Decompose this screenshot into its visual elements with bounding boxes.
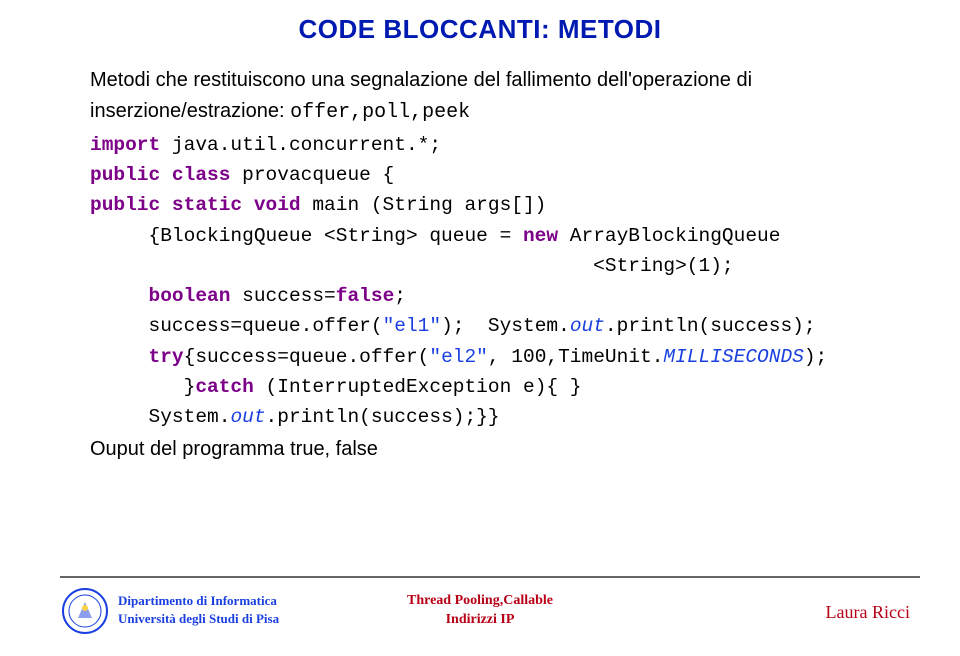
kw-publicstaticvoid: public static void bbox=[90, 194, 301, 216]
kw-catch: catch bbox=[195, 376, 254, 398]
str-el2: "el2" bbox=[429, 346, 488, 368]
code-l7e: .println(success); bbox=[605, 315, 816, 337]
kw-boolean: boolean bbox=[90, 285, 230, 307]
content: Metodi che restituiscono una segnalazion… bbox=[0, 45, 960, 465]
kw-new: new bbox=[523, 225, 558, 247]
center-line2: Indirizzi IP bbox=[446, 612, 515, 627]
code-l3b: main (String args[]) bbox=[301, 194, 547, 216]
intro-line1: Metodi che restituiscono una segnalazion… bbox=[90, 69, 752, 91]
code-l8f: ); bbox=[804, 346, 827, 368]
code-l10c: .println(success);}} bbox=[266, 406, 500, 428]
intro-text: Metodi che restituiscono una segnalazion… bbox=[90, 65, 870, 128]
university-seal-icon bbox=[62, 588, 108, 634]
code-l5: <String>(1); bbox=[90, 255, 734, 277]
code-l4a: {BlockingQueue <String> queue = bbox=[90, 225, 523, 247]
code-l7a: success=queue.offer( bbox=[90, 315, 383, 337]
code-l9c: (InterruptedException e){ } bbox=[254, 376, 582, 398]
affil-line1: Dipartimento di Informatica bbox=[118, 593, 277, 608]
code-l8b: {success=queue.offer( bbox=[184, 346, 430, 368]
kw-import: import bbox=[90, 134, 160, 156]
footer-center: Thread Pooling,Callable Indirizzi IP bbox=[370, 592, 590, 630]
center-line1: Thread Pooling,Callable bbox=[407, 593, 553, 608]
field-out2: out bbox=[230, 406, 265, 428]
affil-line2: Università degli Studi di Pisa bbox=[118, 611, 279, 626]
affiliation: Dipartimento di Informatica Università d… bbox=[118, 592, 279, 627]
footer: Dipartimento di Informatica Università d… bbox=[0, 576, 960, 646]
code-l6b: success= bbox=[230, 285, 335, 307]
intro-methods: offer,poll,peek bbox=[290, 101, 470, 124]
code-l8d: , 100,TimeUnit. bbox=[488, 346, 664, 368]
intro-line2a: inserzione/estrazione: bbox=[90, 100, 290, 122]
str-el1: "el1" bbox=[383, 315, 442, 337]
field-out1: out bbox=[570, 315, 605, 337]
code-l6d: ; bbox=[394, 285, 406, 307]
const-milliseconds: MILLISECONDS bbox=[663, 346, 803, 368]
kw-false: false bbox=[336, 285, 395, 307]
code-l10a: System. bbox=[90, 406, 230, 428]
author-name: Laura Ricci bbox=[826, 602, 910, 623]
kw-public: public bbox=[90, 164, 160, 186]
kw-try: try bbox=[90, 346, 184, 368]
kw-class: class bbox=[160, 164, 230, 186]
code-l2c: provacqueue { bbox=[230, 164, 394, 186]
footer-rule bbox=[60, 576, 920, 578]
slide: CODE BLOCCANTI: METODI Metodi che restit… bbox=[0, 0, 960, 656]
code-l9a: } bbox=[90, 376, 195, 398]
code-l4c: ArrayBlockingQueue bbox=[558, 225, 780, 247]
page-title: CODE BLOCCANTI: METODI bbox=[0, 0, 960, 45]
code-l7c: ); System. bbox=[441, 315, 570, 337]
code-l1b: java.util.concurrent.*; bbox=[160, 134, 441, 156]
program-output: Ouput del programma true, false bbox=[90, 434, 870, 465]
code-block: import java.util.concurrent.*; public cl… bbox=[90, 130, 870, 432]
